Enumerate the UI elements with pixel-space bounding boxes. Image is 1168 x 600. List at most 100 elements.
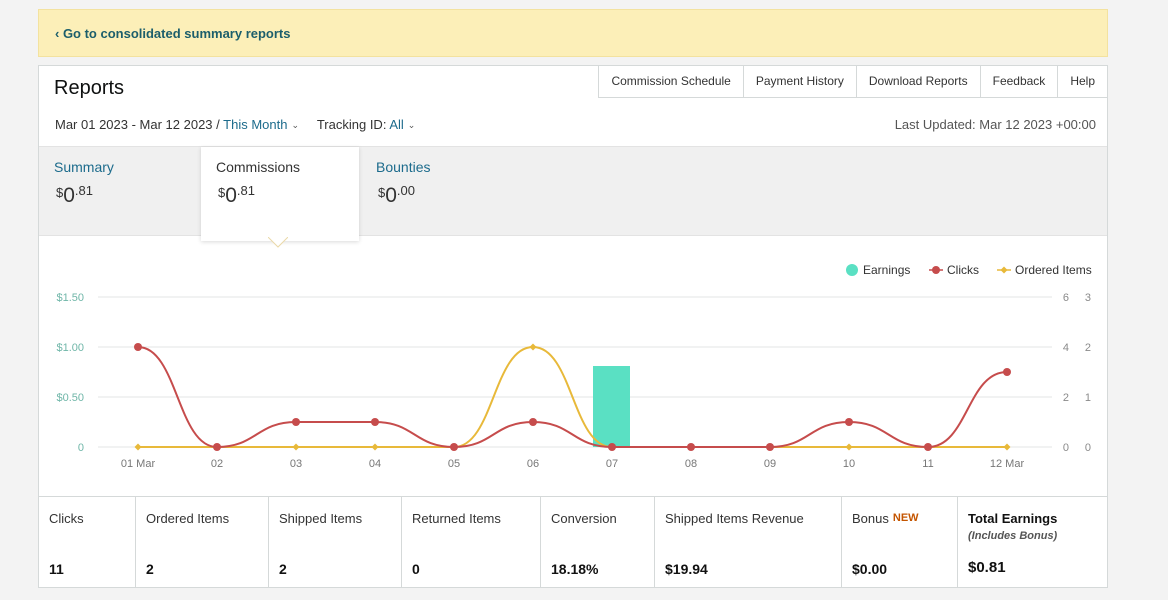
commission-schedule-link[interactable]: Commission Schedule <box>598 66 743 98</box>
summary-banner: ‹ Go to consolidated summary reports <box>38 9 1108 57</box>
metrics-bar: Clicks 11 Ordered Items 2 Shipped Items … <box>39 496 1107 588</box>
y-left-tick-label: $1.50 <box>56 292 84 304</box>
period-dropdown[interactable]: This Month ⌄ <box>223 117 299 132</box>
clicks-point <box>687 443 695 451</box>
metric-value: $19.94 <box>665 561 708 577</box>
x-tick-label: 11 <box>922 458 933 470</box>
new-badge: NEW <box>892 512 919 524</box>
ordered-items-point <box>134 443 142 451</box>
consolidated-summary-link[interactable]: ‹ Go to consolidated summary reports <box>55 26 291 41</box>
y-right-tick-label: 2 <box>1085 342 1091 354</box>
metric-ordered-items: Ordered Items 2 <box>136 497 269 588</box>
x-tick-label: 03 <box>290 458 302 470</box>
ordered-items-point <box>529 343 537 351</box>
tab-summary[interactable]: Summary $0.81 <box>39 147 201 237</box>
y-left-tick-label: 0 <box>78 442 84 454</box>
metric-label: Total Earnings <box>968 511 1058 526</box>
chevron-down-icon: ⌄ <box>291 120 300 130</box>
clicks-point <box>924 443 932 451</box>
metric-value: 2 <box>146 561 154 577</box>
metric-value: 0 <box>412 561 420 577</box>
legend-earnings-icon <box>846 264 858 276</box>
earnings-bar <box>593 366 630 447</box>
payment-history-link[interactable]: Payment History <box>742 66 856 98</box>
x-tick-label: 04 <box>369 458 381 470</box>
metric-conversion: Conversion 18.18% <box>541 497 655 588</box>
reports-panel: Reports Commission Schedule Payment Hist… <box>38 65 1108 588</box>
y-right-tick-label: 4 <box>1063 342 1069 354</box>
y-right-tick-label: 0 <box>1063 442 1069 454</box>
help-link[interactable]: Help <box>1057 66 1107 98</box>
metric-total-earnings: Total Earnings (Includes Bonus) $0.81 <box>958 497 1107 588</box>
last-updated: Last Updated: Mar 12 2023 +00:00 <box>894 117 1096 132</box>
tab-commissions[interactable]: Commissions $0.81 <box>201 147 359 241</box>
metric-value: 2 <box>279 561 287 577</box>
clicks-point <box>1003 368 1011 376</box>
metric-returned-items: Returned Items 0 <box>402 497 541 588</box>
x-tick-label: 08 <box>685 458 697 470</box>
tracking-id-value: All <box>389 117 404 132</box>
chevron-down-icon: ⌄ <box>407 120 416 130</box>
metric-value: 18.18% <box>551 561 599 577</box>
tracking-id-label: Tracking ID: <box>316 117 387 132</box>
clicks-point <box>134 343 142 351</box>
y-right-tick-label: 2 <box>1063 392 1069 404</box>
page-title: Reports <box>54 77 125 99</box>
legend-ordered-items-icon <box>1000 266 1008 274</box>
tab-summary-amount: $0.81 <box>56 183 93 207</box>
tab-bounties-amount: $0.00 <box>378 183 415 207</box>
y-left-tick-label: $1.00 <box>56 342 84 354</box>
report-tabs: Summary $0.81 Commissions $0.81 Bounties… <box>39 146 1107 241</box>
download-reports-link[interactable]: Download Reports <box>855 66 980 98</box>
clicks-point <box>766 443 774 451</box>
y-right-tick-label: 0 <box>1085 442 1091 454</box>
tab-summary-label: Summary <box>54 159 114 175</box>
legend-clicks-label: Clicks <box>947 263 979 277</box>
tab-commissions-amount: $0.81 <box>218 183 255 207</box>
tab-commissions-label: Commissions <box>216 159 301 175</box>
x-tick-label: 06 <box>527 458 539 470</box>
legend-ordered-items-label: Ordered Items <box>1015 263 1092 277</box>
metric-label: Bonus NEW <box>852 511 919 526</box>
x-tick-label: 05 <box>448 458 460 470</box>
x-tick-label: 10 <box>843 458 855 470</box>
x-tick-label: 02 <box>211 458 223 470</box>
metric-value: $0.00 <box>852 561 888 577</box>
top-links: Commission Schedule Payment History Down… <box>598 66 1107 98</box>
feedback-link[interactable]: Feedback <box>979 66 1058 98</box>
date-range: Mar 01 2023 - Mar 12 2023 / <box>55 117 220 132</box>
clicks-point <box>371 418 379 426</box>
ordered-items-point <box>845 443 853 451</box>
x-tick-label: 12 Mar <box>990 458 1025 470</box>
metric-clicks: Clicks 11 <box>39 497 136 588</box>
x-tick-label: 01 Mar <box>121 458 156 470</box>
ordered-items-point <box>292 443 300 451</box>
y-right-tick-label: 3 <box>1085 292 1091 304</box>
y-right-tick-label: 1 <box>1085 392 1091 404</box>
tab-bounties-label: Bounties <box>376 159 431 175</box>
x-tick-label: 09 <box>764 458 776 470</box>
clicks-point <box>529 418 537 426</box>
clicks-point <box>213 443 221 451</box>
metric-shipped-items: Shipped Items 2 <box>269 497 402 588</box>
ordered-items-point <box>1003 443 1011 451</box>
metric-label: Ordered Items <box>146 511 230 526</box>
metric-label: Conversion <box>551 511 617 526</box>
tab-bounties[interactable]: Bounties $0.00 <box>361 147 521 237</box>
y-right-tick-label: 6 <box>1063 292 1069 304</box>
y-left-tick-label: $0.50 <box>56 392 84 404</box>
metric-bonus: Bonus NEW $0.00 <box>842 497 958 588</box>
metric-label: Clicks <box>49 511 84 526</box>
clicks-point <box>450 443 458 451</box>
x-tick-label: 07 <box>606 458 618 470</box>
tracking-id-dropdown[interactable]: All ⌄ <box>389 117 415 132</box>
report-filters: Mar 01 2023 - Mar 12 2023 / This Month ⌄ … <box>55 117 415 132</box>
metric-value: 11 <box>49 561 64 577</box>
metric-label: Shipped Items Revenue <box>665 511 804 526</box>
active-tab-pointer-icon <box>268 237 288 248</box>
period-label: This Month <box>223 117 288 132</box>
ordered-items-point <box>371 443 379 451</box>
metric-sublabel: (Includes Bonus) <box>968 530 1058 542</box>
metric-shipped-items-revenue: Shipped Items Revenue $19.94 <box>655 497 842 588</box>
clicks-point <box>845 418 853 426</box>
